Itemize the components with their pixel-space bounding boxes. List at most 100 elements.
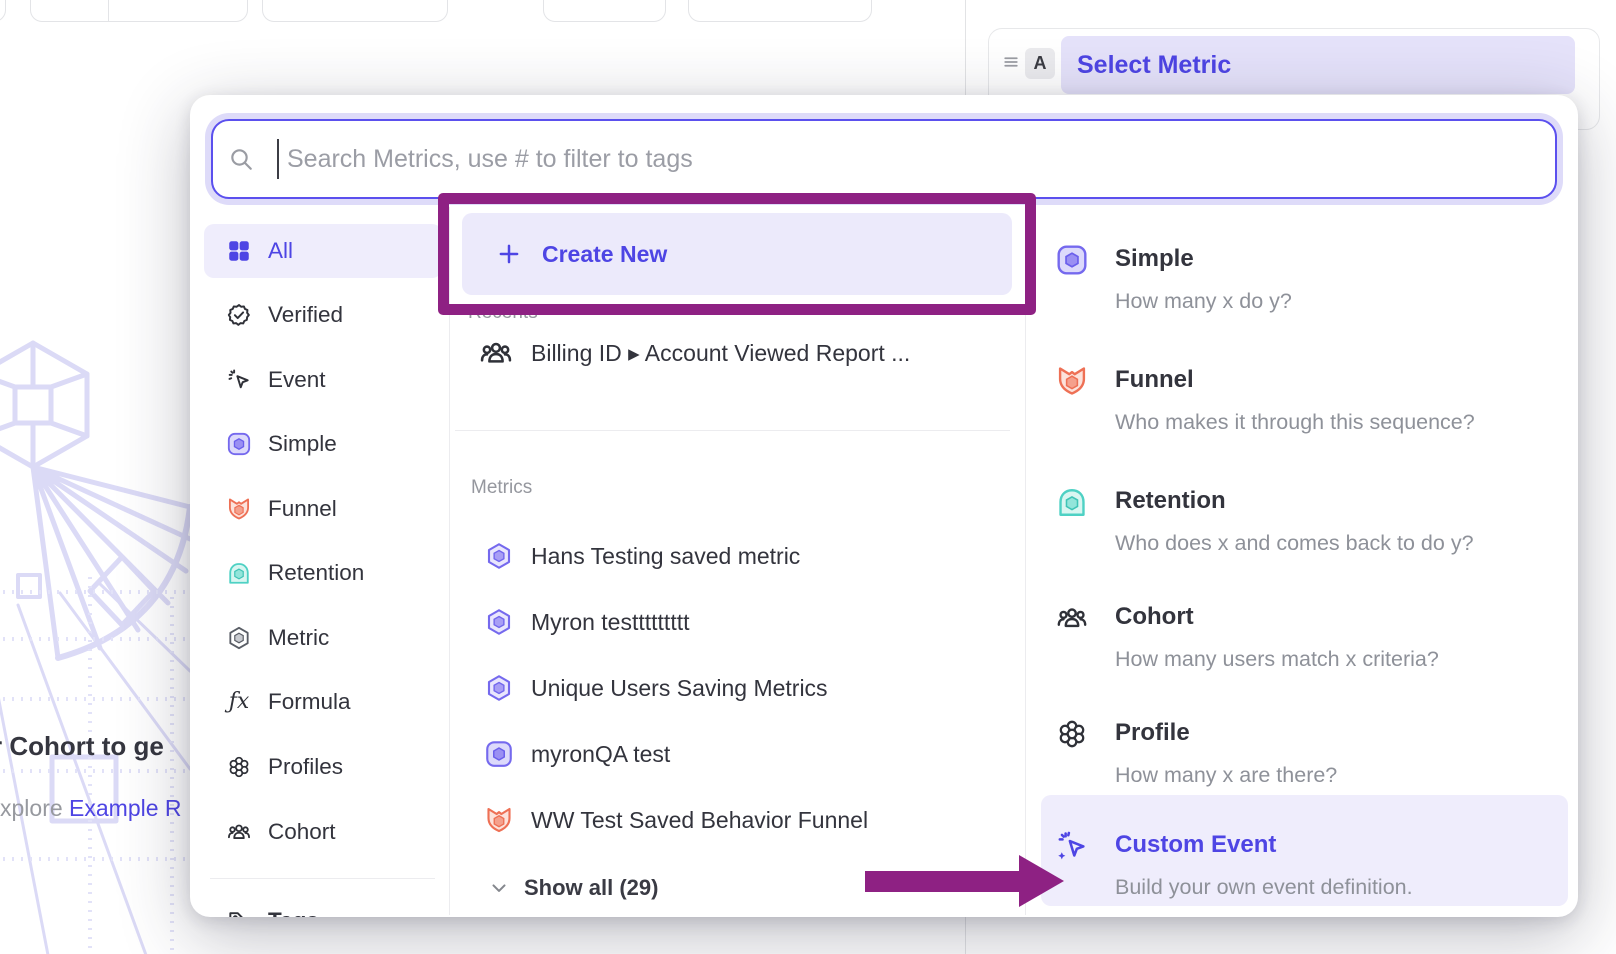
sidebar-item-verified[interactable]: Verified xyxy=(204,288,442,342)
sidebar-item-all[interactable]: All xyxy=(204,224,442,278)
metric-type-profile[interactable]: Profile How many x are there? xyxy=(1035,709,1555,799)
hexagon-metric-icon xyxy=(484,673,514,703)
sidebar-item-profiles[interactable]: Profiles xyxy=(204,740,442,794)
plus-icon xyxy=(496,241,522,267)
divider xyxy=(210,878,435,879)
show-all-button[interactable]: Show all (29) xyxy=(462,868,822,908)
metric-item[interactable]: Myron testtttttttt xyxy=(462,594,1007,650)
hexagon-metric-icon xyxy=(484,607,514,637)
formula-icon: ƒx xyxy=(226,689,252,715)
cohort-people-icon xyxy=(478,335,514,371)
tag-icon xyxy=(226,908,252,917)
example-link[interactable]: Example R xyxy=(69,795,181,821)
sidebar-item-retention[interactable]: Retention xyxy=(204,546,442,600)
type-description: How many x do y? xyxy=(1115,287,1292,315)
metric-item[interactable]: Hans Testing saved metric xyxy=(462,528,1007,584)
metric-item-label: myronQA test xyxy=(531,726,670,782)
create-new-label: Create New xyxy=(542,213,667,295)
sidebar-item-simple[interactable]: Simple xyxy=(204,417,442,471)
sidebar-item-label: Formula xyxy=(268,675,351,729)
retention-icon xyxy=(1055,485,1089,519)
sidebar-item-label: Retention xyxy=(268,546,364,600)
type-description: Build your own event definition. xyxy=(1115,873,1413,901)
profiles-flower-icon xyxy=(1055,717,1089,751)
sidebar-item-label: Tags xyxy=(268,900,319,917)
drag-handle-icon[interactable] xyxy=(1001,52,1021,72)
metric-item[interactable]: myronQA test xyxy=(462,726,1007,782)
metric-type-retention[interactable]: Retention Who does x and comes back to d… xyxy=(1035,477,1555,567)
cohort-people-icon xyxy=(1055,601,1089,635)
sidebar-item-label: Simple xyxy=(268,417,337,471)
backdrop-headline: r Cohort to ge xyxy=(0,731,164,762)
toolbar-button-compare[interactable]: Compare xyxy=(262,0,448,22)
funnel-icon xyxy=(1055,364,1089,398)
type-title: Profile xyxy=(1115,716,1190,750)
simple-icon xyxy=(484,739,514,769)
recent-item-label: Billing ID ▸ Account Viewed Report ... xyxy=(531,331,910,375)
sidebar-item-formula[interactable]: ƒx Formula xyxy=(204,675,442,729)
simple-icon xyxy=(226,431,252,457)
metric-type-simple[interactable]: Simple How many x do y? xyxy=(1035,235,1555,325)
metric-hexagon-icon xyxy=(226,625,252,651)
type-description: How many x are there? xyxy=(1115,761,1337,789)
sidebar-item-label: Verified xyxy=(268,288,343,342)
recents-heading: Recents xyxy=(468,299,538,327)
metric-type-custom-event[interactable]: Custom Event Build your own event defini… xyxy=(1035,821,1555,911)
type-description: Who makes it through this sequence? xyxy=(1115,408,1475,436)
sidebar-item-metric[interactable]: Metric xyxy=(204,611,442,665)
metric-type-funnel[interactable]: Funnel Who makes it through this sequenc… xyxy=(1035,356,1555,446)
backdrop-link-prefix: xplore xyxy=(0,795,69,821)
screen: r Cohort to ge xplore Example R 12M YTD … xyxy=(0,0,1616,954)
metric-type-cohort[interactable]: Cohort How many users match x criteria? xyxy=(1035,593,1555,683)
metric-item-label: Myron testtttttttt xyxy=(531,594,689,650)
event-cursor-icon xyxy=(226,367,252,393)
type-title: Funnel xyxy=(1115,363,1194,397)
grid-icon xyxy=(226,238,252,264)
hexagon-metric-icon xyxy=(484,541,514,571)
metric-item-label: Unique Users Saving Metrics xyxy=(531,660,828,716)
divider xyxy=(449,207,450,915)
sidebar-item-funnel[interactable]: Funnel xyxy=(204,482,442,536)
toolbar-button-edge[interactable] xyxy=(0,0,6,22)
retention-icon xyxy=(226,560,252,586)
show-all-label: Show all (29) xyxy=(524,868,658,908)
recent-item[interactable]: Billing ID ▸ Account Viewed Report ... xyxy=(462,331,1007,375)
text-caret xyxy=(277,139,279,179)
funnel-icon xyxy=(484,805,514,835)
series-badge: A xyxy=(1025,48,1055,79)
sidebar-item-label: Cohort xyxy=(268,805,336,859)
metric-picker-dialog: All Verified Event Simple Funnel Retenti… xyxy=(190,95,1578,917)
sidebar-item-label: All xyxy=(268,224,293,278)
profiles-flower-icon xyxy=(226,754,252,780)
select-metric-slot[interactable]: Select Metric xyxy=(1061,36,1575,94)
verified-seal-icon xyxy=(226,302,252,328)
create-new-button[interactable]: Create New xyxy=(462,213,1012,295)
type-title: Simple xyxy=(1115,242,1194,276)
toolbar-button-line[interactable]: Line xyxy=(688,0,872,22)
cohort-people-icon xyxy=(226,819,252,845)
sidebar-item-label: Funnel xyxy=(268,482,337,536)
simple-icon xyxy=(1055,243,1089,277)
type-description: How many users match x criteria? xyxy=(1115,645,1439,673)
chevron-down-icon xyxy=(488,877,510,899)
metric-item[interactable]: Unique Users Saving Metrics xyxy=(462,660,1007,716)
metrics-heading: Metrics xyxy=(471,474,532,502)
funnel-icon xyxy=(226,496,252,522)
divider xyxy=(108,0,109,21)
sidebar-item-event[interactable]: Event xyxy=(204,353,442,407)
sidebar-item-label: Profiles xyxy=(268,740,343,794)
type-title: Retention xyxy=(1115,484,1226,518)
custom-event-cursor-icon xyxy=(1055,829,1089,863)
sidebar-item-label: Event xyxy=(268,353,326,407)
divider xyxy=(455,430,1010,431)
toolbar-daterange-group[interactable]: 12M YTD xyxy=(30,0,248,22)
toolbar-button-day[interactable]: Day xyxy=(543,0,666,22)
sidebar-item-cohort[interactable]: Cohort xyxy=(204,805,442,859)
type-description: Who does x and comes back to do y? xyxy=(1115,529,1474,557)
divider xyxy=(1025,207,1026,915)
sidebar-item-tags[interactable]: Tags xyxy=(204,900,442,917)
search-input[interactable] xyxy=(211,119,1557,199)
metric-item[interactable]: WW Test Saved Behavior Funnel xyxy=(462,792,1007,848)
type-title: Cohort xyxy=(1115,600,1194,634)
metric-item-label: WW Test Saved Behavior Funnel xyxy=(531,792,868,848)
